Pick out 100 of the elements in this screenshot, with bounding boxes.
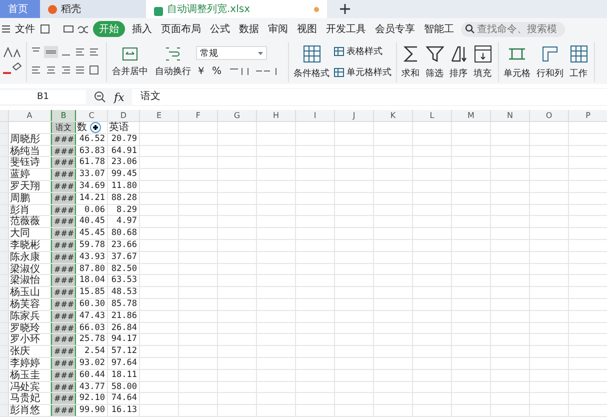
search-field[interactable]: 查找命令、搜索模 (461, 22, 565, 36)
ribbon-tab[interactable]: 会员专享 (373, 21, 417, 37)
merge-center-button[interactable]: 合并居中 (110, 46, 150, 78)
ribbon-tab[interactable]: 开发工具 (324, 21, 368, 37)
row-header[interactable] (0, 216, 9, 228)
ribbon-tab[interactable]: 公式 (208, 21, 232, 37)
zoom-icon[interactable] (94, 91, 106, 103)
column-header[interactable]: P (569, 110, 607, 121)
row-header[interactable] (0, 382, 9, 392)
row-header[interactable] (0, 169, 9, 180)
number-format-dropdown[interactable]: 常规 (196, 46, 267, 60)
row-header[interactable] (0, 358, 9, 369)
column-header[interactable]: I (296, 110, 335, 121)
row-header[interactable] (0, 264, 9, 274)
table-cell: 34.69 (79, 180, 105, 191)
table-cell: ### (54, 206, 74, 215)
quick-access-icons[interactable] (40, 24, 88, 34)
document-tab[interactable]: 自动调整列宽.xlsx (146, 0, 327, 18)
ribbon-tab[interactable]: 视图 (295, 21, 319, 37)
row-header[interactable] (0, 298, 9, 310)
file-menu[interactable]: 文件 (15, 22, 35, 36)
column-header[interactable]: L (413, 110, 452, 121)
row-header[interactable] (0, 204, 9, 216)
table-cell: 20.79 (111, 134, 137, 144)
table-cell: 杨纯当 (10, 146, 40, 157)
wrap-text-button[interactable]: 自动换行 (153, 46, 193, 78)
row-header[interactable] (0, 180, 9, 192)
row-header[interactable] (0, 334, 9, 346)
table-cell: 11.80 (111, 180, 137, 191)
row-header[interactable] (0, 310, 9, 322)
select-all-corner[interactable] (0, 110, 9, 121)
percent-button[interactable]: % (212, 66, 222, 76)
ribbon-button[interactable]: 工作 (568, 44, 590, 80)
ribbon-button[interactable]: 条件格式 (292, 44, 332, 80)
column-header[interactable]: E (140, 110, 179, 121)
table-cell: ### (54, 394, 74, 404)
row-header[interactable] (0, 240, 9, 251)
table-cell: 罗天翔 (10, 180, 40, 192)
ribbon-button[interactable]: 单元格样式 (334, 66, 392, 79)
row-header[interactable] (0, 146, 9, 156)
table-cell: 18.04 (79, 275, 105, 286)
tab-label: 稻壳 (61, 2, 81, 16)
function-button[interactable]: fx (114, 90, 124, 104)
column-header[interactable]: M (452, 110, 491, 121)
table-cell: ### (54, 382, 74, 392)
table-cell: 8.29 (116, 204, 137, 215)
row-header[interactable] (0, 287, 9, 298)
column-header[interactable]: B (51, 110, 76, 121)
row-header[interactable] (0, 370, 9, 381)
table-cell: 23.06 (111, 157, 137, 168)
funnel-icon (426, 44, 444, 62)
row-header[interactable] (0, 122, 9, 133)
add-tab-icon[interactable] (339, 3, 351, 15)
row-header[interactable] (0, 393, 9, 404)
ribbon-tab[interactable]: 智能工 (422, 21, 456, 37)
table-cell: 彭肖 (10, 204, 30, 216)
table-cell: 冯处宾 (10, 382, 40, 393)
column-header[interactable]: C (76, 110, 108, 121)
cell-reference-field[interactable]: B1 (0, 90, 86, 104)
row-header[interactable] (0, 252, 9, 263)
column-header[interactable]: O (530, 110, 569, 121)
row-header[interactable] (0, 322, 9, 334)
ribbon-tab[interactable]: 插入 (130, 21, 154, 37)
row-header[interactable] (0, 228, 9, 239)
table-cell: ### (54, 406, 74, 416)
table-cell: 26.84 (111, 322, 137, 333)
ribbon-button[interactable]: 行和列 (534, 44, 566, 80)
ribbon-button[interactable]: 表格样式 (334, 45, 392, 58)
ribbon-tab[interactable]: 数据 (237, 21, 261, 37)
ribbon-button[interactable]: 筛选 (424, 44, 446, 80)
column-header[interactable]: J (335, 110, 374, 121)
table-cell: 21.86 (111, 310, 137, 321)
ribbon-button[interactable]: 排序 (448, 44, 470, 80)
ribbon-button[interactable]: 单元格 (502, 44, 533, 80)
ribbon-tab[interactable]: 页面布局 (159, 21, 203, 37)
column-header[interactable]: F (179, 110, 218, 121)
column-header[interactable]: G (218, 110, 257, 121)
row-header[interactable] (0, 275, 9, 286)
column-header[interactable]: H (257, 110, 296, 121)
row-header[interactable] (0, 346, 9, 357)
currency-button[interactable]: ￥ (196, 64, 206, 78)
column-header[interactable]: K (374, 110, 413, 121)
ribbon-tab[interactable]: 审阅 (266, 21, 290, 37)
column-header[interactable]: N (491, 110, 530, 121)
table-cell: ### (54, 252, 74, 262)
table-icon (334, 68, 344, 77)
row-header[interactable] (0, 157, 9, 168)
menu-icon[interactable] (2, 25, 10, 33)
column-header[interactable]: D (108, 110, 140, 121)
document-tab[interactable]: 稻壳 (40, 0, 146, 18)
row-header[interactable] (0, 405, 9, 416)
table-cell: 33.07 (79, 169, 105, 180)
table-cell: 47.43 (79, 310, 105, 321)
ribbon-button[interactable]: 填充 (472, 44, 494, 80)
row-header[interactable] (0, 134, 9, 145)
table-cell: 张庆 (10, 346, 30, 358)
row-header[interactable] (0, 192, 9, 204)
table-cell: 85.78 (111, 298, 137, 309)
ribbon-button[interactable]: 求和 (400, 44, 422, 80)
formula-field[interactable]: 语文 (132, 89, 607, 105)
